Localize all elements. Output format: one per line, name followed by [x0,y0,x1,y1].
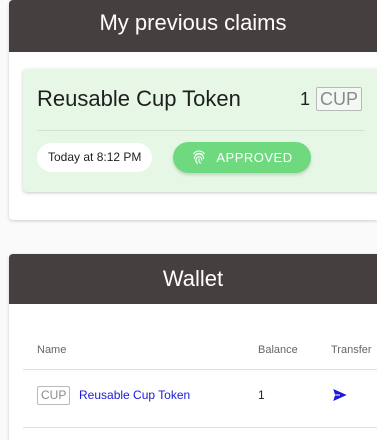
table-divider [23,427,377,428]
token-badge: CUP [315,87,362,111]
token-badge: CUP [37,386,71,405]
claim-timestamp: Today at 8:12 PM [37,143,153,172]
claim-title: Reusable Cup Token [37,86,241,111]
claims-header: My previous claims [9,0,377,52]
token-balance: 1 [258,388,265,402]
claim-amount-value: 1 [299,88,310,109]
send-icon [333,389,347,401]
token-name-link[interactable]: Reusable Cup Token [79,388,190,402]
page: My previous claims Reusable Cup Token 1 … [0,0,377,440]
column-header-balance: Balance [258,344,298,356]
wallet-header: Wallet [9,254,377,304]
claim-divider [37,130,364,131]
column-header-name: Name [37,344,67,356]
wallet-card: Wallet Name Balance Transfer CUP Reusabl… [9,254,377,440]
claim-item: Reusable Cup Token 1 CUP Today at 8:12 P… [23,69,377,192]
column-header-transfer: Transfer [331,344,372,356]
fingerprint-icon [193,149,206,164]
approved-status-button[interactable]: APPROVED [173,142,311,173]
previous-claims-card: My previous claims Reusable Cup Token 1 … [9,0,377,220]
table-divider [23,369,377,370]
transfer-button[interactable] [331,386,349,404]
approved-label: APPROVED [216,150,293,165]
claim-amount: 1 CUP [300,87,362,111]
